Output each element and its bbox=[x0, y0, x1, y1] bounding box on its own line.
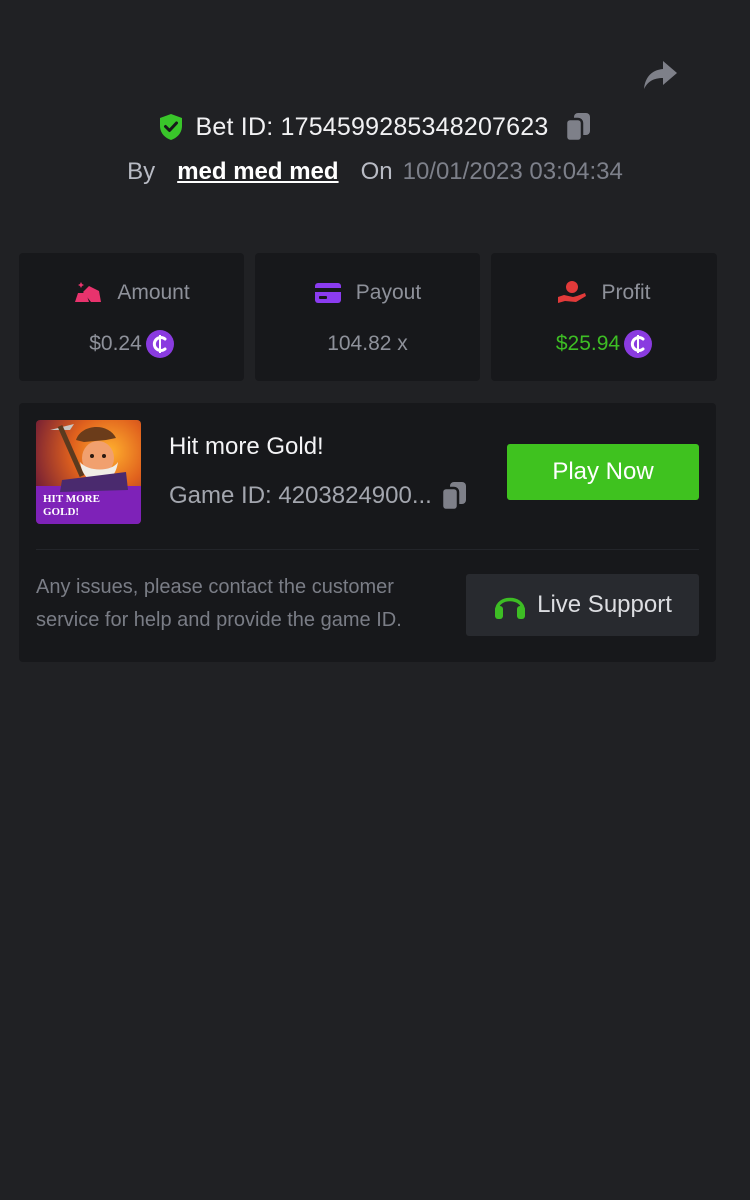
live-support-button[interactable]: Live Support bbox=[466, 574, 699, 636]
payout-card: Payout 104.82 x bbox=[255, 253, 480, 381]
svg-text:HIT MORE: HIT MORE bbox=[43, 493, 100, 505]
amount-label: Amount bbox=[117, 281, 190, 304]
card-icon bbox=[314, 282, 342, 304]
game-name: Hit more Gold! bbox=[169, 433, 324, 460]
game-id: Game ID: 4203824900... bbox=[169, 482, 432, 509]
copy-game-id-button[interactable] bbox=[440, 480, 468, 512]
amount-card: Amount $0.24 bbox=[19, 253, 244, 381]
play-now-button[interactable]: Play Now bbox=[507, 444, 699, 500]
game-thumbnail[interactable]: HIT MORE GOLD! bbox=[36, 420, 141, 524]
copy-icon bbox=[440, 482, 466, 512]
profit-value-row: $25.94 bbox=[491, 329, 717, 359]
coin-icon bbox=[624, 330, 653, 358]
amount-value: $0.24 bbox=[89, 332, 142, 355]
profit-card: Profit $25.94 bbox=[491, 253, 717, 381]
gold-bar-icon bbox=[73, 281, 103, 305]
live-support-label: Live Support bbox=[537, 591, 672, 618]
hand-coin-icon bbox=[557, 280, 587, 306]
payout-label: Payout bbox=[355, 281, 422, 304]
divider bbox=[36, 549, 699, 550]
payout-value: 104.82 x bbox=[327, 332, 408, 355]
profit-value: $25.94 bbox=[555, 332, 621, 355]
username-link[interactable]: med med med bbox=[177, 158, 338, 186]
bet-id: Bet ID: 1754599285348207623 bbox=[195, 112, 549, 141]
bet-meta: By med med med On 10/01/2023 03:04:34 bbox=[0, 154, 750, 190]
share-button[interactable] bbox=[640, 56, 680, 94]
game-id-row: Game ID: 4203824900... bbox=[169, 479, 468, 513]
bet-header: Bet ID: 1754599285348207623 bbox=[0, 108, 750, 146]
payout-value-row: 104.82 x bbox=[255, 329, 480, 359]
amount-value-row: $0.24 bbox=[19, 329, 244, 359]
coin-icon bbox=[145, 330, 174, 358]
bet-datetime: 10/01/2023 03:04:34 bbox=[402, 158, 623, 185]
game-card: HIT MORE GOLD! Hit more Gold! Game ID: 4… bbox=[19, 403, 716, 662]
support-text: Any issues, please contact the customer … bbox=[36, 576, 402, 631]
copy-bet-id-button[interactable] bbox=[564, 111, 592, 143]
svg-text:GOLD!: GOLD! bbox=[43, 506, 79, 518]
shield-check-icon bbox=[159, 114, 182, 140]
profit-label: Profit bbox=[601, 281, 651, 304]
headset-icon bbox=[493, 590, 527, 620]
by-label: By bbox=[127, 158, 156, 185]
share-icon bbox=[644, 61, 677, 89]
copy-icon bbox=[565, 113, 591, 143]
on-label: On bbox=[360, 158, 393, 185]
